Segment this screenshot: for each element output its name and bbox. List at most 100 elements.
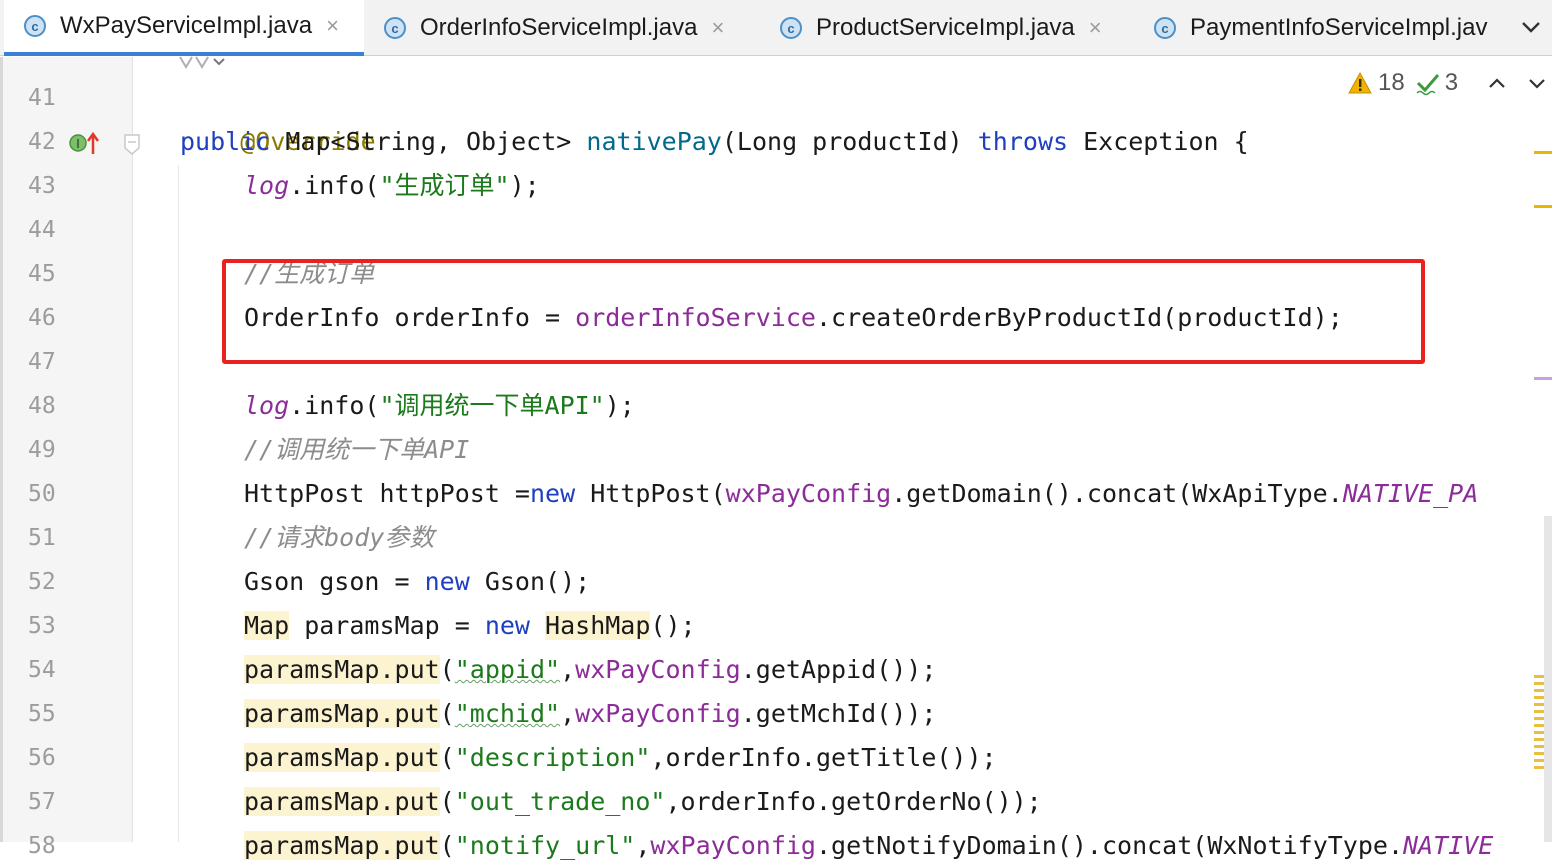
line-number: 56 (28, 745, 56, 771)
field-ref: wxPayConfig (650, 831, 816, 860)
tab-label: OrderInfoServiceImpl.java (420, 14, 698, 41)
code-text: Map<String, Object> (270, 127, 587, 156)
line-number: 47 (28, 349, 56, 375)
code-text: ,orderInfo.getTitle()); (650, 743, 997, 772)
tab-productserviceimpl[interactable]: c ProductServiceImpl.java × (762, 0, 1136, 56)
line-number: 43 (28, 173, 56, 199)
code-text: (Long productId) (721, 127, 978, 156)
code-text: , (635, 831, 651, 860)
warning-count: 18 (1378, 69, 1405, 96)
code-text: (); (650, 611, 696, 640)
tab-paymentinfoserviceimpl[interactable]: c PaymentInfoServiceImpl.jav (1138, 0, 1510, 56)
static-constant: NATIVE (1403, 831, 1494, 860)
tab-label: WxPayServiceImpl.java (60, 12, 313, 39)
keyword: public (180, 127, 271, 156)
line-number: 42 (28, 129, 56, 155)
typo-count: 3 (1444, 69, 1459, 96)
code-line-52: Gson gson = new Gson(); (244, 560, 590, 604)
code-text: Gson(); (469, 567, 591, 596)
code-line-48: log.info("调用统一下单API"); (244, 384, 635, 428)
code-text: .getMchId()); (740, 699, 937, 728)
line-number: 45 (28, 261, 56, 287)
line-number: 58 (28, 833, 56, 859)
code-text: ( (439, 831, 455, 860)
code-line-42: public Map<String, Object> nativePay(Lon… (180, 120, 1249, 164)
code-text: .getAppid()); (740, 655, 937, 684)
keyword: new (484, 611, 530, 640)
line-number: 51 (28, 525, 56, 551)
class-icon: c (24, 15, 46, 37)
inspection-widget[interactable]: 18 3 (1348, 68, 1458, 98)
line-number: 44 (28, 217, 56, 243)
code-text: .getNotifyDomain().concat(WxNotifyType. (816, 831, 1403, 860)
code-text: , (560, 699, 576, 728)
warning-marker[interactable] (1534, 151, 1552, 154)
fold-icon[interactable] (178, 53, 228, 73)
code-line-55: paramsMap.put("mchid",wxPayConfig.getMch… (244, 692, 936, 736)
string-literal: "description" (454, 743, 651, 772)
code-text: paramsMap = (289, 611, 485, 640)
static-constant: NATIVE_PA (1342, 479, 1479, 508)
breakpoint-fold-icon[interactable] (122, 132, 142, 158)
tab-label: PaymentInfoServiceImpl.jav (1190, 14, 1488, 41)
line-number: 41 (28, 85, 56, 111)
highlight-box (222, 259, 1425, 364)
code-line-49: //调用统一下单API (244, 428, 469, 472)
code-line-54: paramsMap.put("appid",wxPayConfig.getApp… (244, 648, 936, 692)
chevron-up-icon[interactable] (1486, 72, 1508, 94)
line-number: 54 (28, 657, 56, 683)
line-number: 49 (28, 437, 56, 463)
tab-orderinfoserviceimpl[interactable]: c OrderInfoServiceImpl.java × (366, 0, 760, 56)
string-literal: "mchid" (454, 699, 561, 728)
string-literal: "appid" (454, 655, 561, 684)
code-line-50: HttpPost httpPost =new HttpPost(wxPayCon… (244, 472, 1478, 516)
highlighted-call: paramsMap.put (244, 787, 440, 816)
static-field: log (244, 391, 290, 420)
code-text: ( (439, 655, 455, 684)
line-number: 48 (28, 393, 56, 419)
left-edge-stripe (0, 57, 3, 842)
close-icon[interactable]: × (1089, 15, 1102, 41)
code-text: ( (439, 787, 455, 816)
tab-wxpayserviceimpl[interactable]: c WxPayServiceImpl.java × (4, 0, 364, 56)
keyword: throws (977, 127, 1069, 156)
class-icon: c (780, 17, 802, 39)
code-text: HttpPost( (575, 479, 726, 508)
code-text: HttpPost httpPost = (244, 479, 530, 508)
highlighted-type: Map (244, 611, 290, 640)
close-icon[interactable]: × (326, 13, 339, 39)
line-number: 46 (28, 305, 56, 331)
svg-text:I: I (76, 137, 80, 151)
code-line-57: paramsMap.put("out_trade_no",orderInfo.g… (244, 780, 1042, 824)
line-number: 50 (28, 481, 56, 507)
close-icon[interactable]: × (711, 15, 724, 41)
code-line-43: log.info("生成订单"); (244, 164, 540, 208)
highlighted-call: paramsMap.put (244, 831, 440, 860)
field-ref: wxPayConfig (575, 655, 741, 684)
code-text: Exception { (1068, 127, 1249, 156)
highlighted-type: HashMap (545, 611, 651, 640)
chevron-down-icon[interactable] (1526, 72, 1548, 94)
code-text: Gson gson = (244, 567, 425, 596)
scrollbar-thumb[interactable] (1544, 516, 1552, 842)
code-text: .info( (289, 391, 380, 420)
line-number: 55 (28, 701, 56, 727)
warning-marker[interactable] (1534, 205, 1552, 208)
line-number: 53 (28, 613, 56, 639)
code-line-58: paramsMap.put("notify_url",wxPayConfig.g… (244, 824, 1493, 868)
keyword: new (529, 479, 576, 508)
tab-label: ProductServiceImpl.java (816, 14, 1075, 41)
info-marker[interactable] (1534, 377, 1552, 380)
class-icon: c (1154, 17, 1176, 39)
string-literal: "notify_url" (454, 831, 636, 860)
highlighted-call: paramsMap.put (244, 655, 440, 684)
comment: //调用统一下单API (244, 435, 470, 464)
class-icon: c (384, 17, 406, 39)
code-text: , (560, 655, 576, 684)
implements-method-icon[interactable]: I (68, 130, 102, 156)
code-line-41: @Override (180, 76, 375, 156)
highlighted-call: paramsMap.put (244, 699, 440, 728)
chevron-down-icon[interactable] (1518, 14, 1544, 40)
comment: //请求body参数 (244, 523, 435, 552)
